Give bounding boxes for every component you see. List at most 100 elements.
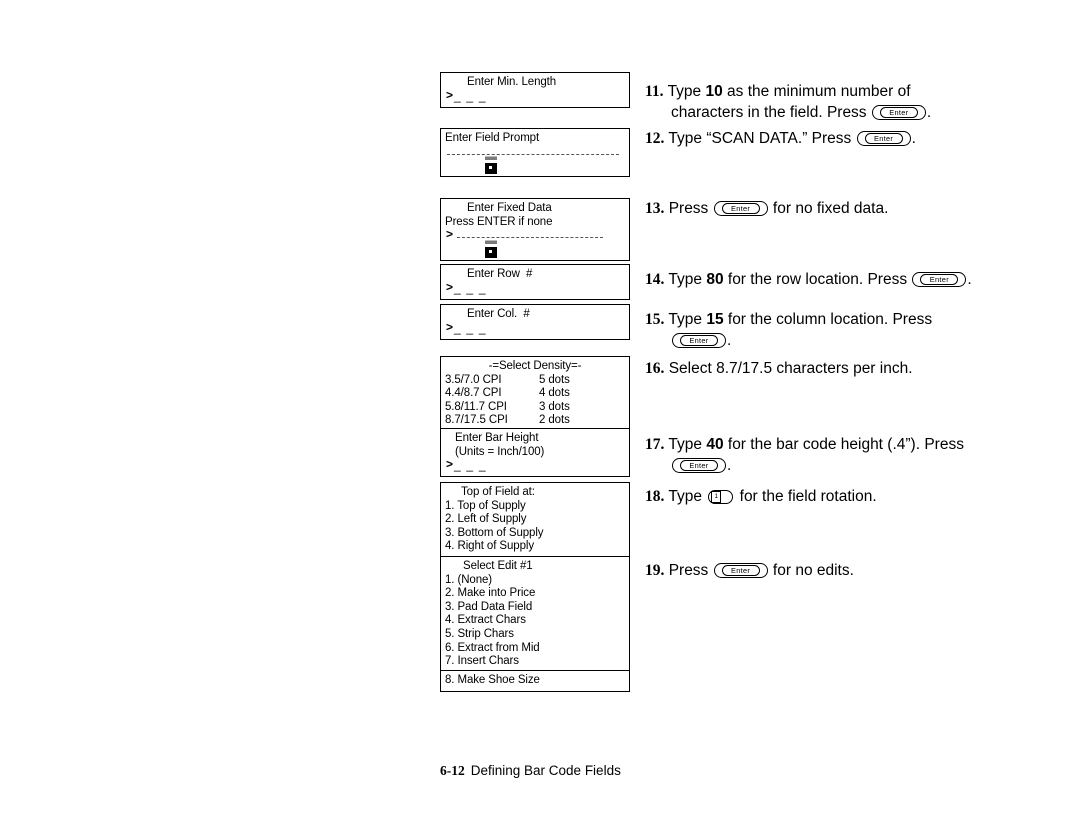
step-16: 16. Select 8.7/17.5 characters per inch.	[645, 358, 1045, 379]
lcd-title: Enter Bar Height	[455, 432, 539, 444]
step-bold-value: 40	[706, 436, 724, 453]
step-text: Select 8.7/17.5 characters per inch.	[668, 360, 913, 377]
lcd-entry-line: > _ _ _	[445, 87, 625, 104]
lcd-entry-underscores: _ _ _	[454, 88, 487, 103]
step-line-2: Enter.	[645, 330, 1045, 351]
step-text: Type	[668, 488, 707, 505]
lcd-screen-select-edit-1: Select Edit #1 1. (None) 2. Make into Pr…	[440, 556, 630, 673]
enter-key-label: Enter	[721, 203, 760, 214]
enter-key-label: Enter	[920, 274, 959, 285]
lcd-option-row[interactable]: 4. Right of Supply	[445, 540, 625, 554]
lcd-screen-enter-field-prompt: Enter Field Prompt	[440, 128, 630, 178]
lcd-option-row[interactable]: 3. Pad Data Field	[445, 601, 625, 615]
lcd-option-row[interactable]: 8. Make Shoe Size	[445, 674, 625, 688]
step-text-cont: for the row location. Press	[723, 271, 912, 288]
step-bold-value: 80	[706, 271, 724, 288]
lcd-option-row[interactable]: 4. Extract Chars	[445, 614, 625, 628]
lcd-screen-enter-min-length: Enter Min. Length > _ _ _	[440, 72, 630, 108]
enter-key-label: Enter	[864, 133, 903, 144]
step-text: Type	[667, 83, 706, 100]
footer-title: Defining Bar Code Fields	[470, 763, 621, 778]
lcd-entry-underscores: _ _ _	[454, 458, 487, 473]
step-17: 17. Type 40 for the bar code height (.4”…	[645, 434, 1045, 476]
step-line-2: characters in the field. Press Enter.	[645, 102, 1045, 123]
lcd-option-row[interactable]: 7. Insert Chars	[445, 655, 625, 669]
lcd-title: Enter Field Prompt	[445, 132, 540, 144]
step-bold-value: 10	[705, 83, 723, 100]
lcd-cursor-block-icon	[445, 243, 625, 258]
step-text-cont: as the minimum number of	[722, 83, 911, 100]
step-text: Press	[668, 200, 713, 217]
lcd-screen-enter-bar-height: Enter Bar Height (Units = Inch/100) > _ …	[440, 428, 630, 478]
step-text-cont: for no fixed data.	[768, 200, 889, 217]
lcd-prompt-caret: >	[446, 457, 453, 472]
step-18: 18. Type 1 for the field rotation.	[645, 486, 1045, 507]
lcd-dashed-entry-line	[445, 146, 625, 160]
lcd-screen-make-shoe-size: 8. Make Shoe Size	[440, 670, 630, 692]
lcd-option-row[interactable]: 8.7/17.5 CPI 2 dots	[445, 414, 625, 428]
step-number: 17.	[645, 436, 665, 453]
step-text: Press	[668, 562, 713, 579]
lcd-option-value: 5 dots	[539, 373, 570, 386]
number-one-key-label: 1	[711, 491, 722, 503]
enter-key-icon[interactable]: Enter	[672, 333, 726, 348]
lcd-option-row[interactable]: 5. Strip Chars	[445, 628, 625, 642]
lcd-screen-top-of-field-at: Top of Field at: 1. Top of Supply 2. Lef…	[440, 482, 630, 558]
lcd-cursor-block-icon	[445, 159, 625, 175]
step-bold-value: 15	[706, 311, 724, 328]
lcd-option-row[interactable]: 2. Left of Supply	[445, 513, 625, 527]
step-text-line2: characters in the field. Press	[671, 104, 871, 121]
step-text: Type	[668, 271, 707, 288]
lcd-option-row[interactable]: 4.4/8.7 CPI 4 dots	[445, 387, 625, 401]
step-text-period: .	[727, 332, 732, 349]
step-text-period: .	[967, 271, 972, 288]
lcd-option-row[interactable]: 2. Make into Price	[445, 587, 625, 601]
enter-key-icon[interactable]: Enter	[856, 131, 911, 146]
lcd-title: Top of Field at:	[461, 486, 535, 498]
lcd-option-row[interactable]: 1. (None)	[445, 574, 625, 588]
lcd-option-label: 8.7/17.5 CPI	[445, 414, 508, 427]
footer-page-number: 6-12	[440, 763, 465, 778]
lcd-entry-line: > _ _ _	[445, 319, 625, 336]
enter-key-label: Enter	[680, 460, 718, 471]
step-12: 12. Type “SCAN DATA.” Press Enter.	[645, 128, 1045, 149]
step-15: 15. Type 15 for the column location. Pre…	[645, 309, 1045, 351]
lcd-subtitle: Press ENTER if none	[445, 215, 553, 228]
step-19: 19. Press Enter for no edits.	[645, 560, 1045, 581]
step-text-cont: for no edits.	[768, 562, 854, 579]
lcd-option-row[interactable]: 6. Extract from Mid	[445, 642, 625, 656]
lcd-prompt-caret: >	[446, 279, 453, 294]
step-text-cont: for the column location. Press	[723, 311, 933, 328]
step-number: 12.	[645, 130, 665, 147]
step-text-period: .	[926, 104, 932, 121]
lcd-prompt-caret: >	[446, 319, 453, 334]
number-one-key-icon[interactable]: 1	[708, 490, 734, 504]
step-number: 15.	[645, 311, 665, 328]
step-text-cont: for the field rotation.	[735, 488, 877, 505]
step-line-2: Enter.	[645, 455, 1045, 476]
lcd-option-row[interactable]: 5.8/11.7 CPI 3 dots	[445, 401, 625, 415]
lcd-screen-enter-col-number: Enter Col. # > _ _ _	[440, 304, 630, 340]
lcd-prompt-caret: >	[446, 87, 453, 102]
enter-key-icon[interactable]: Enter	[713, 201, 768, 216]
lcd-option-label: 3.5/7.0 CPI	[445, 373, 502, 386]
lcd-entry-underscores: _ _ _	[454, 280, 487, 295]
enter-key-icon[interactable]: Enter	[672, 458, 726, 473]
enter-key-icon[interactable]: Enter	[912, 272, 967, 287]
enter-key-icon[interactable]: Enter	[871, 105, 926, 120]
step-text: Type	[668, 311, 707, 328]
step-number: 16.	[645, 360, 665, 377]
lcd-title: Enter Row #	[467, 268, 533, 280]
lcd-option-value: 2 dots	[539, 414, 570, 427]
lcd-title: Enter Fixed Data	[467, 202, 552, 214]
lcd-option-row[interactable]: 3.5/7.0 CPI 5 dots	[445, 374, 625, 388]
step-number: 13.	[645, 200, 665, 217]
lcd-option-row[interactable]: 1. Top of Supply	[445, 500, 625, 514]
lcd-prompt-caret: >	[446, 227, 453, 242]
lcd-screen-enter-fixed-data: Enter Fixed Data Press ENTER if none >	[440, 198, 630, 261]
enter-key-icon[interactable]: Enter	[713, 563, 768, 578]
lcd-option-row[interactable]: 3. Bottom of Supply	[445, 527, 625, 541]
step-text-period: .	[727, 457, 732, 474]
step-text: Type “SCAN DATA.” Press	[668, 130, 856, 147]
lcd-title: Enter Col. #	[467, 308, 530, 320]
